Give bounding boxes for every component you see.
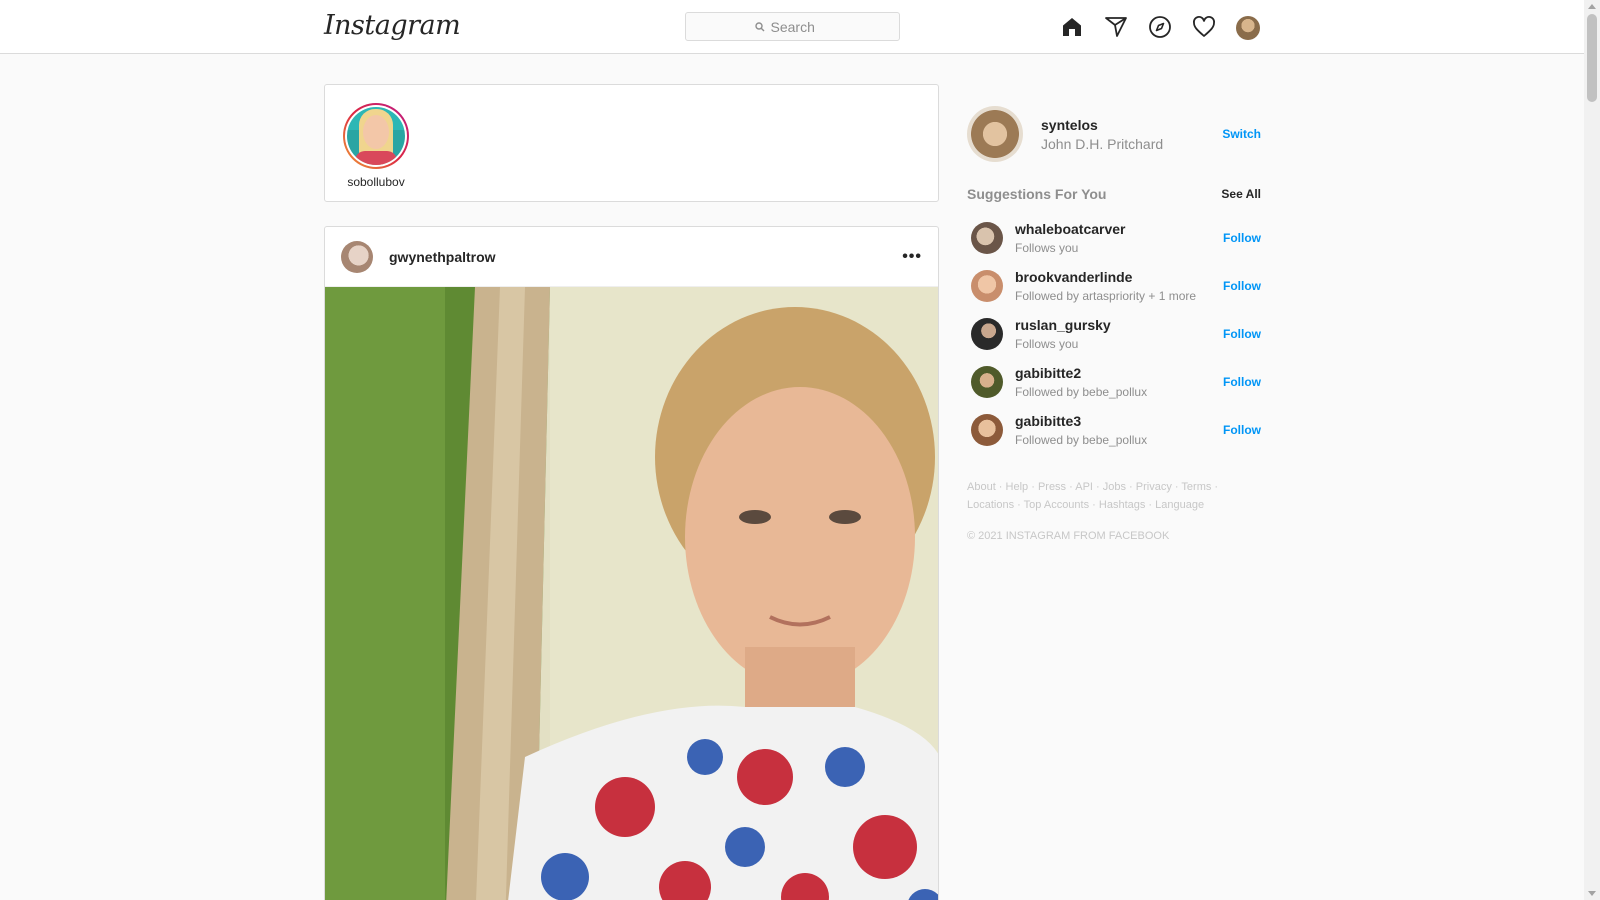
suggestions-header: Suggestions For You See All: [967, 186, 1261, 202]
suggestion-subtitle: Followed by artaspriority + 1 more: [1015, 289, 1197, 303]
follow-button[interactable]: Follow: [1223, 279, 1261, 293]
current-username[interactable]: syntelos: [1041, 117, 1163, 133]
footer-link-privacy[interactable]: Privacy: [1136, 481, 1172, 493]
footer-link-terms[interactable]: Terms: [1181, 481, 1211, 493]
more-options-icon[interactable]: •••: [902, 248, 922, 266]
follow-button[interactable]: Follow: [1223, 327, 1261, 341]
footer-link-jobs[interactable]: Jobs: [1103, 481, 1126, 493]
suggestion-subtitle: Followed by bebe_pollux: [1015, 385, 1148, 399]
suggestion-text: brookvanderlinde Followed by artaspriori…: [1015, 269, 1196, 303]
story-ring: [343, 103, 409, 169]
suggestion-username[interactable]: gabibitte2: [1015, 365, 1147, 381]
search-icon: [754, 21, 764, 31]
see-all-button[interactable]: See All: [1221, 187, 1261, 201]
footer-link-hashtags[interactable]: Hashtags: [1099, 499, 1145, 511]
post-photo[interactable]: [325, 287, 938, 900]
suggestion-username[interactable]: brookvanderlinde: [1015, 269, 1196, 285]
suggestion-username[interactable]: gabibitte3: [1015, 413, 1147, 429]
suggestion-avatar[interactable]: [971, 366, 1003, 398]
story-avatar-shirt: [355, 151, 397, 165]
suggestion-subtitle: Follows you: [1015, 337, 1079, 351]
suggestion-username[interactable]: whaleboatcarver: [1015, 221, 1126, 237]
story-username: sobollubov: [347, 175, 405, 189]
page-scrollbar[interactable]: [1584, 0, 1600, 900]
activity-heart-icon[interactable]: [1190, 13, 1218, 41]
current-user-text: syntelos John D.H. Pritchard: [1041, 117, 1163, 152]
footer-link-api[interactable]: API: [1075, 481, 1093, 493]
suggestion-avatar[interactable]: [971, 222, 1003, 254]
home-icon[interactable]: [1058, 13, 1086, 41]
story-avatar: [347, 107, 405, 165]
profile-avatar-button[interactable]: [1234, 13, 1262, 41]
scroll-up-arrow-icon[interactable]: [1588, 4, 1596, 9]
footer-links-row-2: Locations · Top Accounts · Hashtags · La…: [967, 499, 1205, 511]
suggestion-text: whaleboatcarver Follows you: [1015, 221, 1126, 255]
footer-link-language[interactable]: Language: [1155, 499, 1204, 511]
suggestion-subtitle: Followed by bebe_pollux: [1015, 433, 1148, 447]
post-header: gwynethpaltrow •••: [325, 227, 938, 287]
suggestion-item: ruslan_gursky Follows you Follow: [967, 310, 1261, 358]
footer-links: About · Help · Press · API · Jobs · Priv…: [967, 478, 1267, 514]
footer-link-press[interactable]: Press: [1038, 481, 1066, 493]
copyright: © 2021 INSTAGRAM FROM FACEBOOK: [967, 530, 1170, 542]
follow-button[interactable]: Follow: [1223, 375, 1261, 389]
suggestion-item: brookvanderlinde Followed by artaspriori…: [967, 262, 1261, 310]
current-full-name: John D.H. Pritchard: [1041, 135, 1164, 152]
footer-links-row-1: About · Help · Press · API · Jobs · Priv…: [967, 481, 1219, 493]
scrollbar-thumb[interactable]: [1587, 14, 1597, 102]
suggestion-item: whaleboatcarver Follows you Follow: [967, 214, 1261, 262]
search-input[interactable]: [770, 18, 831, 35]
direct-icon[interactable]: [1102, 13, 1130, 41]
footer-link-help[interactable]: Help: [1006, 481, 1029, 493]
suggestions-list: whaleboatcarver Follows you Follow brook…: [967, 214, 1261, 454]
explore-icon[interactable]: [1146, 13, 1174, 41]
profile-avatar: [1236, 16, 1260, 40]
post-photo-illustration: [325, 287, 938, 900]
instagram-logo[interactable]: Instagram: [324, 10, 461, 41]
current-user-card: syntelos John D.H. Pritchard Switch: [967, 106, 1261, 162]
follow-button[interactable]: Follow: [1223, 231, 1261, 245]
suggestion-item: gabibitte2 Followed by bebe_pollux Follo…: [967, 358, 1261, 406]
footer-link-locations[interactable]: Locations: [967, 499, 1014, 511]
footer-link-top-accounts[interactable]: Top Accounts: [1024, 499, 1089, 511]
post-author-username[interactable]: gwynethpaltrow: [389, 249, 496, 265]
stories-tray: sobollubov: [324, 84, 939, 202]
story-ring-inner: [345, 105, 407, 167]
switch-account-button[interactable]: Switch: [1222, 127, 1261, 141]
post-author-avatar[interactable]: [341, 240, 373, 273]
top-navigation-bar: Instagram: [0, 0, 1584, 54]
suggestion-avatar[interactable]: [971, 414, 1003, 446]
scroll-down-arrow-icon[interactable]: [1588, 891, 1596, 896]
suggestion-avatar[interactable]: [971, 318, 1003, 350]
suggestion-text: gabibitte3 Followed by bebe_pollux: [1015, 413, 1147, 447]
story-item[interactable]: sobollubov: [343, 103, 409, 189]
suggestion-avatar[interactable]: [971, 270, 1003, 302]
follow-button[interactable]: Follow: [1223, 423, 1261, 437]
suggestion-item: gabibitte3 Followed by bebe_pollux Follo…: [967, 406, 1261, 454]
search-box[interactable]: [685, 12, 900, 41]
suggestions-title: Suggestions For You: [967, 186, 1107, 202]
suggestion-subtitle: Follows you: [1015, 241, 1079, 255]
feed-post: gwynethpaltrow •••: [324, 226, 939, 900]
suggestion-text: ruslan_gursky Follows you: [1015, 317, 1111, 351]
suggestion-text: gabibitte2 Followed by bebe_pollux: [1015, 365, 1147, 399]
suggestion-username[interactable]: ruslan_gursky: [1015, 317, 1111, 333]
story-avatar-face: [363, 115, 389, 149]
nav-icons: [1058, 13, 1278, 41]
current-user-avatar[interactable]: [967, 106, 1023, 162]
footer-link-about[interactable]: About: [967, 481, 996, 493]
